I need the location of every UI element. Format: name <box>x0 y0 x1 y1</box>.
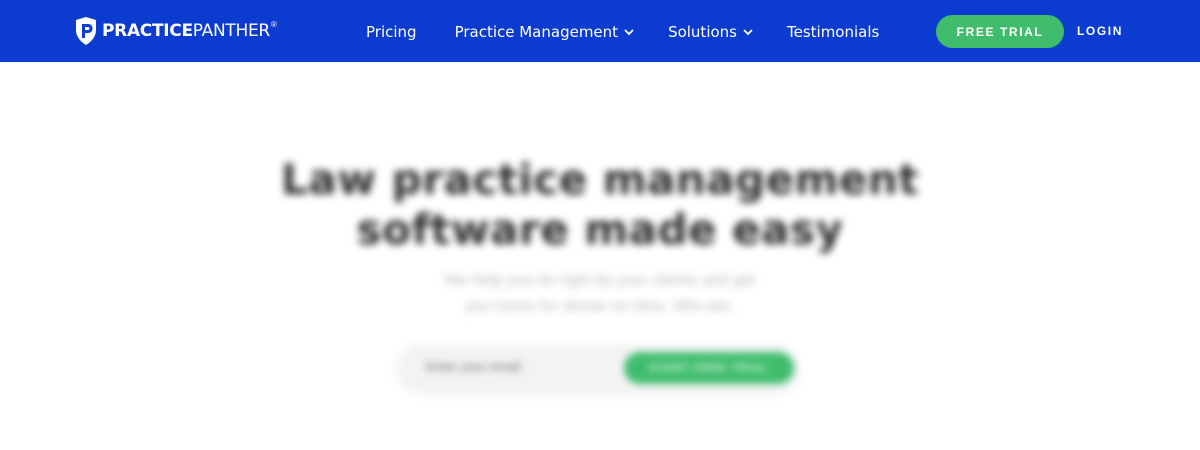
free-trial-button[interactable]: FREE TRIAL <box>936 15 1064 48</box>
email-signup-form: Enter your email START FREE TRIAL <box>398 345 798 391</box>
logo-wordmark: PRACTICEPANTHER <box>102 21 270 41</box>
primary-nav: Pricing Practice Management Solutions Te… <box>366 22 879 42</box>
hero-subtitle-line-2: you home for dinner on time. Win-win. <box>465 298 735 315</box>
practicepanther-logo[interactable]: PRACTICEPANTHER ® <box>74 16 277 46</box>
nav-item-label: Pricing <box>366 23 417 41</box>
hero-title-line-2: software made easy <box>356 205 844 254</box>
nav-item-solutions[interactable]: Solutions <box>668 23 753 41</box>
nav-item-label: Testimonials <box>786 23 880 41</box>
logo-text-bold: PRACTICE <box>102 21 193 41</box>
panther-shield-p-icon <box>76 17 96 45</box>
nav-item-practice-management[interactable]: Practice Management <box>455 23 635 41</box>
top-navigation-bar: PRACTICEPANTHER ® Pricing Practice Manag… <box>0 0 1200 62</box>
nav-item-label: Practice Management <box>454 23 619 41</box>
hero-title-line-1: Law practice management <box>281 155 919 204</box>
chevron-down-icon <box>624 29 634 36</box>
hero-subtitle: We help you do right by your clients and… <box>0 268 1200 320</box>
start-free-trial-button[interactable]: START FREE TRIAL <box>624 352 794 384</box>
nav-item-label: Solutions <box>668 23 737 41</box>
hero-section: Law practice management software made ea… <box>0 62 1200 450</box>
hero-title: Law practice management software made ea… <box>0 155 1200 255</box>
email-input[interactable]: Enter your email <box>426 359 521 374</box>
logo-text-light: PANTHER <box>192 21 270 41</box>
registered-trademark: ® <box>270 19 277 29</box>
nav-item-testimonials[interactable]: Testimonials <box>787 23 879 41</box>
login-link[interactable]: LOGIN <box>1077 24 1123 38</box>
hero-subtitle-line-1: We help you do right by your clients and… <box>444 272 756 289</box>
chevron-down-icon <box>743 29 753 36</box>
nav-item-pricing[interactable]: Pricing <box>366 23 417 41</box>
